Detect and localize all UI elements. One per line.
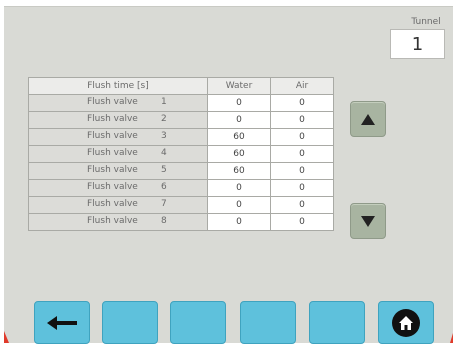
- flush-valve-label: Flush valve: [87, 148, 138, 158]
- flush-valve-label: Flush valve: [87, 199, 138, 209]
- row-label-cell: Flush valve 8: [28, 213, 208, 231]
- table-header-row: Flush time [s] Water Air: [28, 77, 334, 95]
- flush-valve-number: 4: [161, 148, 167, 158]
- air-time-field[interactable]: 0: [270, 111, 334, 129]
- table-row: Flush valve 1 0 0: [28, 94, 334, 112]
- row-label-cell: Flush valve 7: [28, 196, 208, 214]
- water-time-field[interactable]: 0: [207, 94, 271, 112]
- tunnel-value[interactable]: 1: [390, 29, 445, 59]
- corner-indicator: [4, 331, 9, 343]
- row-label-cell: Flush valve 1: [28, 94, 208, 112]
- flush-valve-number: 7: [161, 199, 167, 209]
- triangle-down-icon: [361, 215, 375, 227]
- table-row: Flush valve 5 60 0: [28, 162, 334, 180]
- table-row: Flush valve 2 0 0: [28, 111, 334, 129]
- function-key-3[interactable]: [170, 301, 226, 344]
- home-icon: [399, 315, 413, 330]
- flush-valve-label: Flush valve: [87, 182, 138, 192]
- tunnel-label: Tunnel: [411, 17, 441, 27]
- row-label-cell: Flush valve 4: [28, 145, 208, 163]
- water-time-field[interactable]: 0: [207, 213, 271, 231]
- table-row: Flush valve 8 0 0: [28, 213, 334, 231]
- air-time-field[interactable]: 0: [270, 145, 334, 163]
- flush-valve-number: 5: [161, 165, 167, 175]
- back-button[interactable]: [34, 301, 90, 344]
- air-time-field[interactable]: 0: [270, 128, 334, 146]
- row-label-cell: Flush valve 5: [28, 162, 208, 180]
- flush-valve-number: 8: [161, 216, 167, 226]
- water-time-field[interactable]: 0: [207, 196, 271, 214]
- arrow-left-icon: [47, 315, 77, 330]
- water-time-field[interactable]: 60: [207, 128, 271, 146]
- triangle-up-icon: [361, 113, 375, 125]
- water-time-field[interactable]: 0: [207, 111, 271, 129]
- flush-valve-label: Flush valve: [87, 216, 138, 226]
- flush-valve-number: 1: [161, 97, 167, 107]
- water-time-field[interactable]: 0: [207, 179, 271, 197]
- function-key-4[interactable]: [240, 301, 296, 344]
- air-time-field[interactable]: 0: [270, 179, 334, 197]
- air-time-field[interactable]: 0: [270, 196, 334, 214]
- flush-valve-label: Flush valve: [87, 131, 138, 141]
- flush-valve-label: Flush valve: [87, 165, 138, 175]
- air-time-field[interactable]: 0: [270, 94, 334, 112]
- air-time-field[interactable]: 0: [270, 213, 334, 231]
- hmi-screen: Tunnel 1 Flush time [s] Water Air Flush …: [4, 6, 453, 344]
- flush-valve-number: 3: [161, 131, 167, 141]
- flush-valve-number: 2: [161, 114, 167, 124]
- water-time-field[interactable]: 60: [207, 145, 271, 163]
- function-key-2[interactable]: [102, 301, 158, 344]
- header-flush-time: Flush time [s]: [28, 77, 208, 95]
- table-row: Flush valve 4 60 0: [28, 145, 334, 163]
- water-time-field[interactable]: 60: [207, 162, 271, 180]
- function-key-5[interactable]: [309, 301, 365, 344]
- scroll-down-button[interactable]: [350, 203, 386, 239]
- flush-time-table: Flush time [s] Water Air Flush valve 1 0…: [28, 77, 334, 231]
- table-row: Flush valve 3 60 0: [28, 128, 334, 146]
- air-time-field[interactable]: 0: [270, 162, 334, 180]
- home-button[interactable]: [378, 301, 434, 344]
- flush-valve-label: Flush valve: [87, 97, 138, 107]
- home-icon-badge: [392, 308, 420, 337]
- table-row: Flush valve 6 0 0: [28, 179, 334, 197]
- header-water: Water: [207, 77, 271, 95]
- row-label-cell: Flush valve 6: [28, 179, 208, 197]
- flush-valve-number: 6: [161, 182, 167, 192]
- scroll-up-button[interactable]: [350, 101, 386, 137]
- header-air: Air: [270, 77, 334, 95]
- row-label-cell: Flush valve 3: [28, 128, 208, 146]
- corner-indicator: [450, 333, 453, 343]
- flush-valve-label: Flush valve: [87, 114, 138, 124]
- table-row: Flush valve 7 0 0: [28, 196, 334, 214]
- row-label-cell: Flush valve 2: [28, 111, 208, 129]
